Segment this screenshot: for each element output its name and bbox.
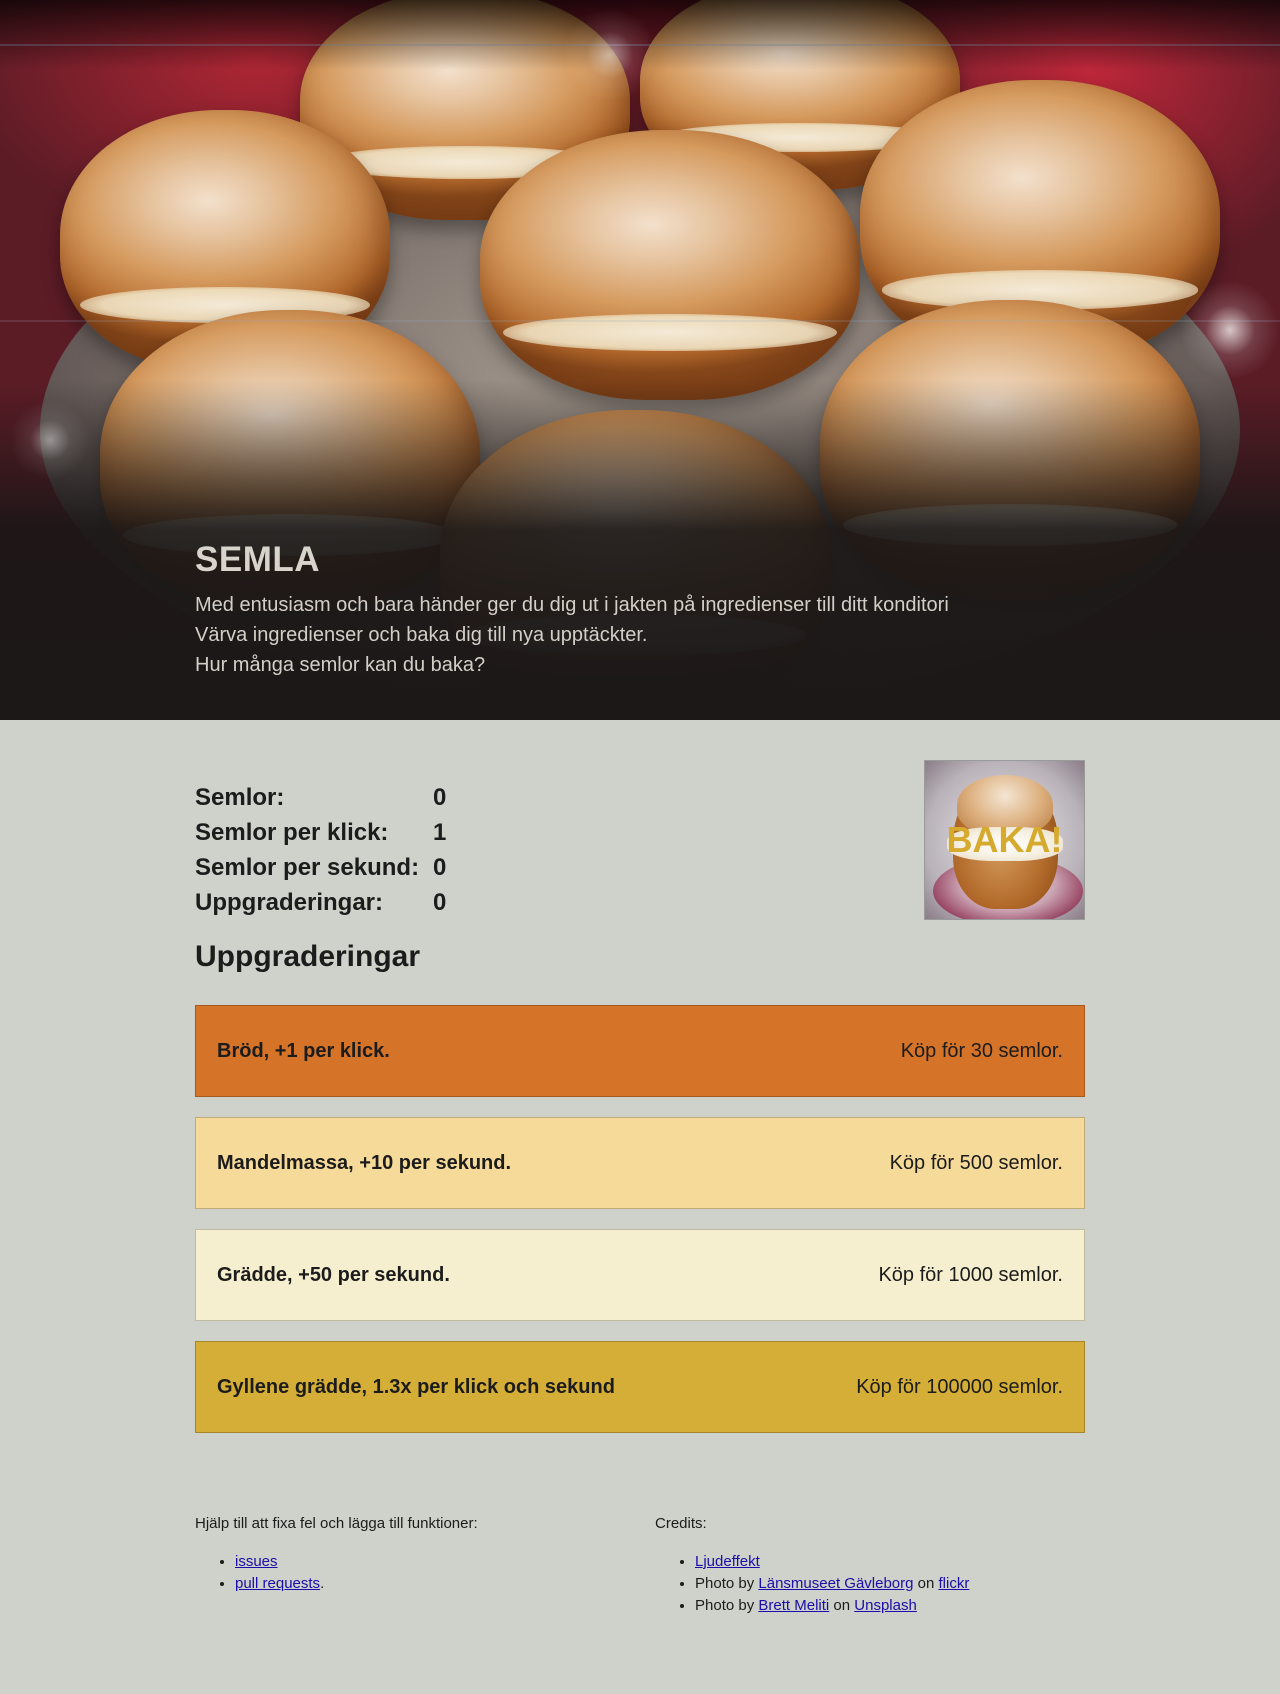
- list-item: issues: [235, 1551, 478, 1573]
- bokeh-light: [10, 400, 90, 480]
- list-item: Photo by Länsmuseet Gävleborg on flickr: [695, 1573, 969, 1595]
- bake-button[interactable]: BAKA!: [924, 760, 1085, 920]
- pull-requests-link[interactable]: pull requests: [235, 1575, 320, 1592]
- credits-heading: Credits:: [655, 1515, 707, 1532]
- upgrade-gyllene-gradde[interactable]: Gyllene grädde, 1.3x per klick och sekun…: [195, 1341, 1085, 1433]
- stat-label: Semlor per klick:: [195, 819, 389, 846]
- hero-banner: SEMLA Med entusiasm och bara händer ger …: [0, 0, 1280, 720]
- upgrades-heading: Uppgraderingar: [195, 940, 421, 973]
- stat-value: 0: [433, 784, 447, 811]
- list-item: pull requests.: [235, 1573, 478, 1595]
- bokeh-light: [1180, 280, 1280, 380]
- upgrade-mandelmassa[interactable]: Mandelmassa, +10 per sekund. Köp för 500…: [195, 1117, 1085, 1209]
- help-section: Hjälp till att fixa fel och lägga till f…: [195, 1515, 478, 1595]
- upgrade-gradde[interactable]: Grädde, +50 per sekund. Köp för 1000 sem…: [195, 1229, 1085, 1321]
- upgrade-name: Bröd, +1 per klick.: [217, 1039, 390, 1062]
- period: .: [320, 1575, 325, 1592]
- help-links: issues pull requests.: [195, 1551, 478, 1595]
- upgrade-price: Köp för 30 semlor.: [900, 1039, 1063, 1062]
- upgrade-brod[interactable]: Bröd, +1 per klick. Köp för 30 semlor.: [195, 1005, 1085, 1097]
- photographer-link[interactable]: Brett Meliti: [758, 1597, 829, 1614]
- upgrade-price: Köp för 500 semlor.: [889, 1151, 1063, 1174]
- upgrade-price: Köp för 100000 semlor.: [856, 1375, 1063, 1398]
- stat-per-click: Semlor per klick: 1: [195, 815, 446, 850]
- credits-section: Credits: Ljudeffekt Photo by Länsmuseet …: [655, 1515, 969, 1617]
- page-title: SEMLA: [195, 540, 320, 579]
- credits-list: Ljudeffekt Photo by Länsmuseet Gävleborg…: [655, 1551, 969, 1617]
- stat-label: Semlor:: [195, 784, 285, 811]
- stat-upgrades: Uppgraderingar: 0: [195, 885, 446, 920]
- stat-value: 0: [433, 889, 447, 916]
- stat-value: 1: [433, 819, 447, 846]
- list-item: Photo by Brett Meliti on Unsplash: [695, 1595, 969, 1617]
- sound-effect-link[interactable]: Ljudeffekt: [695, 1553, 760, 1570]
- hero-description-line: Hur många semlor kan du baka?: [195, 654, 486, 676]
- upgrade-name: Gyllene grädde, 1.3x per klick och sekun…: [217, 1375, 615, 1398]
- photo-prefix: Photo by: [695, 1597, 755, 1614]
- stat-semlor: Semlor: 0: [195, 780, 446, 815]
- stat-value: 0: [433, 854, 447, 881]
- flickr-link[interactable]: flickr: [939, 1575, 970, 1592]
- unsplash-link[interactable]: Unsplash: [854, 1597, 917, 1614]
- issues-link[interactable]: issues: [235, 1553, 278, 1570]
- upgrade-name: Grädde, +50 per sekund.: [217, 1263, 450, 1286]
- upgrade-price: Köp för 1000 semlor.: [878, 1263, 1063, 1286]
- photo-prefix: Photo by: [695, 1575, 755, 1592]
- hero-description-line: Värva ingredienser och baka dig till nya…: [195, 624, 648, 646]
- upgrade-name: Mandelmassa, +10 per sekund.: [217, 1151, 512, 1174]
- stat-label: Uppgraderingar:: [195, 889, 384, 916]
- stats-panel: Semlor: 0 Semlor per klick: 1 Semlor per…: [195, 780, 446, 920]
- on-text: on: [917, 1575, 935, 1592]
- bake-button-label: BAKA!: [946, 819, 1063, 860]
- help-heading: Hjälp till att fixa fel och lägga till f…: [195, 1515, 478, 1532]
- hero-description-line: Med entusiasm och bara händer ger du dig…: [195, 594, 949, 616]
- photographer-link[interactable]: Länsmuseet Gävleborg: [758, 1575, 913, 1592]
- list-item: Ljudeffekt: [695, 1551, 969, 1573]
- on-text: on: [833, 1597, 851, 1614]
- bokeh-light: [560, 10, 660, 100]
- stat-per-second: Semlor per sekund: 0: [195, 850, 446, 885]
- hero-text: SEMLA Med entusiasm och bara händer ger …: [195, 540, 1095, 680]
- stat-label: Semlor per sekund:: [195, 854, 420, 881]
